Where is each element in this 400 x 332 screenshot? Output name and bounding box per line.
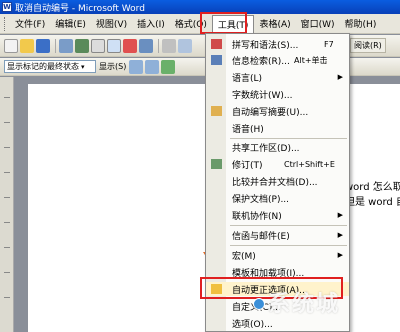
show-menu-button[interactable]: 显示(S) xyxy=(99,61,126,72)
menu-separator xyxy=(230,138,347,139)
menu-item-spelling[interactable]: 拼写和语法(S)... F7 xyxy=(206,37,349,51)
toolbar-separator xyxy=(158,38,159,53)
submenu-arrow-icon: ▶ xyxy=(337,211,343,219)
menu-item-compare-merge[interactable]: 比较并合并文档(D)... xyxy=(206,174,349,188)
ruler-mark xyxy=(4,197,10,198)
menu-item-label: 比较并合并文档(D)... xyxy=(232,177,318,188)
document-text-line: word 怎么取 xyxy=(345,182,400,193)
submenu-arrow-icon: ▶ xyxy=(337,73,343,81)
menu-view[interactable]: 视图(V) xyxy=(91,15,132,32)
open-folder-icon[interactable] xyxy=(20,38,34,53)
email-icon[interactable] xyxy=(75,38,89,53)
menu-item-track-changes[interactable]: 修订(T) Ctrl+Shift+E xyxy=(206,157,349,171)
menu-file[interactable]: 文件(F) xyxy=(10,15,50,32)
document-text-line: 但是 word 自 xyxy=(345,197,400,208)
read-button[interactable]: 阅读(R) xyxy=(350,38,386,53)
submenu-arrow-icon: ▶ xyxy=(337,231,343,239)
menu-window[interactable]: 窗口(W) xyxy=(296,15,340,32)
save-icon[interactable] xyxy=(36,38,50,53)
menu-item-label: 保护文档(P)... xyxy=(232,194,290,205)
menu-item-label: 信息检索(R)... xyxy=(232,56,290,67)
cut-icon[interactable] xyxy=(162,38,176,53)
research-icon xyxy=(211,55,222,65)
menu-item-macro[interactable]: 宏(M) ▶ xyxy=(206,248,349,262)
menu-edit[interactable]: 编辑(E) xyxy=(50,15,91,32)
previous-change-icon[interactable] xyxy=(129,59,144,74)
menu-insert[interactable]: 插入(I) xyxy=(132,15,170,32)
menu-item-word-count[interactable]: 字数统计(W)... xyxy=(206,87,349,101)
permission-icon[interactable] xyxy=(59,38,73,53)
menu-item-label: 信函与邮件(E) xyxy=(232,231,290,242)
menu-item-online-collaboration[interactable]: 联机协作(N) ▶ xyxy=(206,208,349,222)
ruler-mark xyxy=(4,272,10,273)
menu-item-label: 选项(O)... xyxy=(232,319,273,330)
ruler-mark xyxy=(4,222,10,223)
spelling-grammar-icon xyxy=(211,39,222,49)
ruler-mark xyxy=(4,97,10,98)
menu-item-shortcut: Ctrl+Shift+E xyxy=(284,159,335,169)
menu-help[interactable]: 帮助(H) xyxy=(340,15,382,32)
watermark-logo-icon xyxy=(253,298,265,310)
print-preview-icon[interactable] xyxy=(107,38,121,53)
menu-item-letters-mailings[interactable]: 信函与邮件(E) ▶ xyxy=(206,228,349,242)
track-changes-icon xyxy=(211,159,222,169)
menu-item-label: 联机协作(N) xyxy=(232,211,282,222)
menu-item-label: 自动编写摘要(U)... xyxy=(232,107,309,118)
ruler-mark xyxy=(4,147,10,148)
accept-change-icon[interactable] xyxy=(161,59,176,74)
menu-item-protect-document[interactable]: 保护文档(P)... xyxy=(206,191,349,205)
menu-item-shortcut: F7 xyxy=(324,39,334,49)
autosummarize-icon xyxy=(211,106,222,116)
menu-separator xyxy=(230,225,347,226)
research-icon[interactable] xyxy=(139,38,153,53)
ruler-mark xyxy=(4,172,10,173)
menu-item-autosummarize[interactable]: 自动编写摘要(U)... xyxy=(206,104,349,118)
menu-item-label: 语音(H) xyxy=(232,124,264,135)
markup-display-value: 显示标记的最终状态 xyxy=(7,62,79,71)
menu-item-label: 共享工作区(D)... xyxy=(232,143,300,154)
menu-item-label: 宏(M) xyxy=(232,251,256,262)
ruler-mark xyxy=(4,247,10,248)
tools-menu-highlight-box xyxy=(200,12,247,34)
ruler-mark xyxy=(4,122,10,123)
menu-item-shortcut: Alt+单击 xyxy=(294,55,328,65)
menu-item-label: 拼写和语法(S)... xyxy=(232,40,299,51)
next-change-icon[interactable] xyxy=(145,59,160,74)
menu-item-label: 语言(L) xyxy=(232,73,263,84)
menu-separator xyxy=(230,245,347,246)
markup-display-combo[interactable]: 显示标记的最终状态 ▾ xyxy=(4,60,96,73)
chevron-down-icon: ▾ xyxy=(81,62,85,71)
submenu-arrow-icon: ▶ xyxy=(337,251,343,259)
menu-item-shared-workspace[interactable]: 共享工作区(D)... xyxy=(206,140,349,154)
menu-item-research[interactable]: 信息检索(R)... Alt+单击 xyxy=(206,53,349,67)
menu-item-label: 修订(T) xyxy=(232,160,263,171)
spelling-icon[interactable] xyxy=(123,38,137,53)
copy-icon[interactable] xyxy=(178,38,192,53)
watermark-text: 系统城 xyxy=(268,292,341,317)
word-app-icon[interactable]: W xyxy=(2,2,12,12)
window-title: 取消自动编号 - Microsoft Word xyxy=(15,3,145,14)
menu-item-speech[interactable]: 语音(H) xyxy=(206,121,349,135)
toolbar-separator xyxy=(55,38,56,53)
menu-item-label: 字数统计(W)... xyxy=(232,90,293,101)
menu-grip[interactable] xyxy=(4,16,7,31)
vertical-ruler xyxy=(0,77,14,332)
print-icon[interactable] xyxy=(91,38,105,53)
ruler-mark xyxy=(4,297,10,298)
new-document-icon[interactable] xyxy=(4,38,18,53)
menu-item-options[interactable]: 选项(O)... xyxy=(206,316,349,330)
menu-table[interactable]: 表格(A) xyxy=(254,15,295,32)
menu-item-language[interactable]: 语言(L) ▶ xyxy=(206,70,349,84)
